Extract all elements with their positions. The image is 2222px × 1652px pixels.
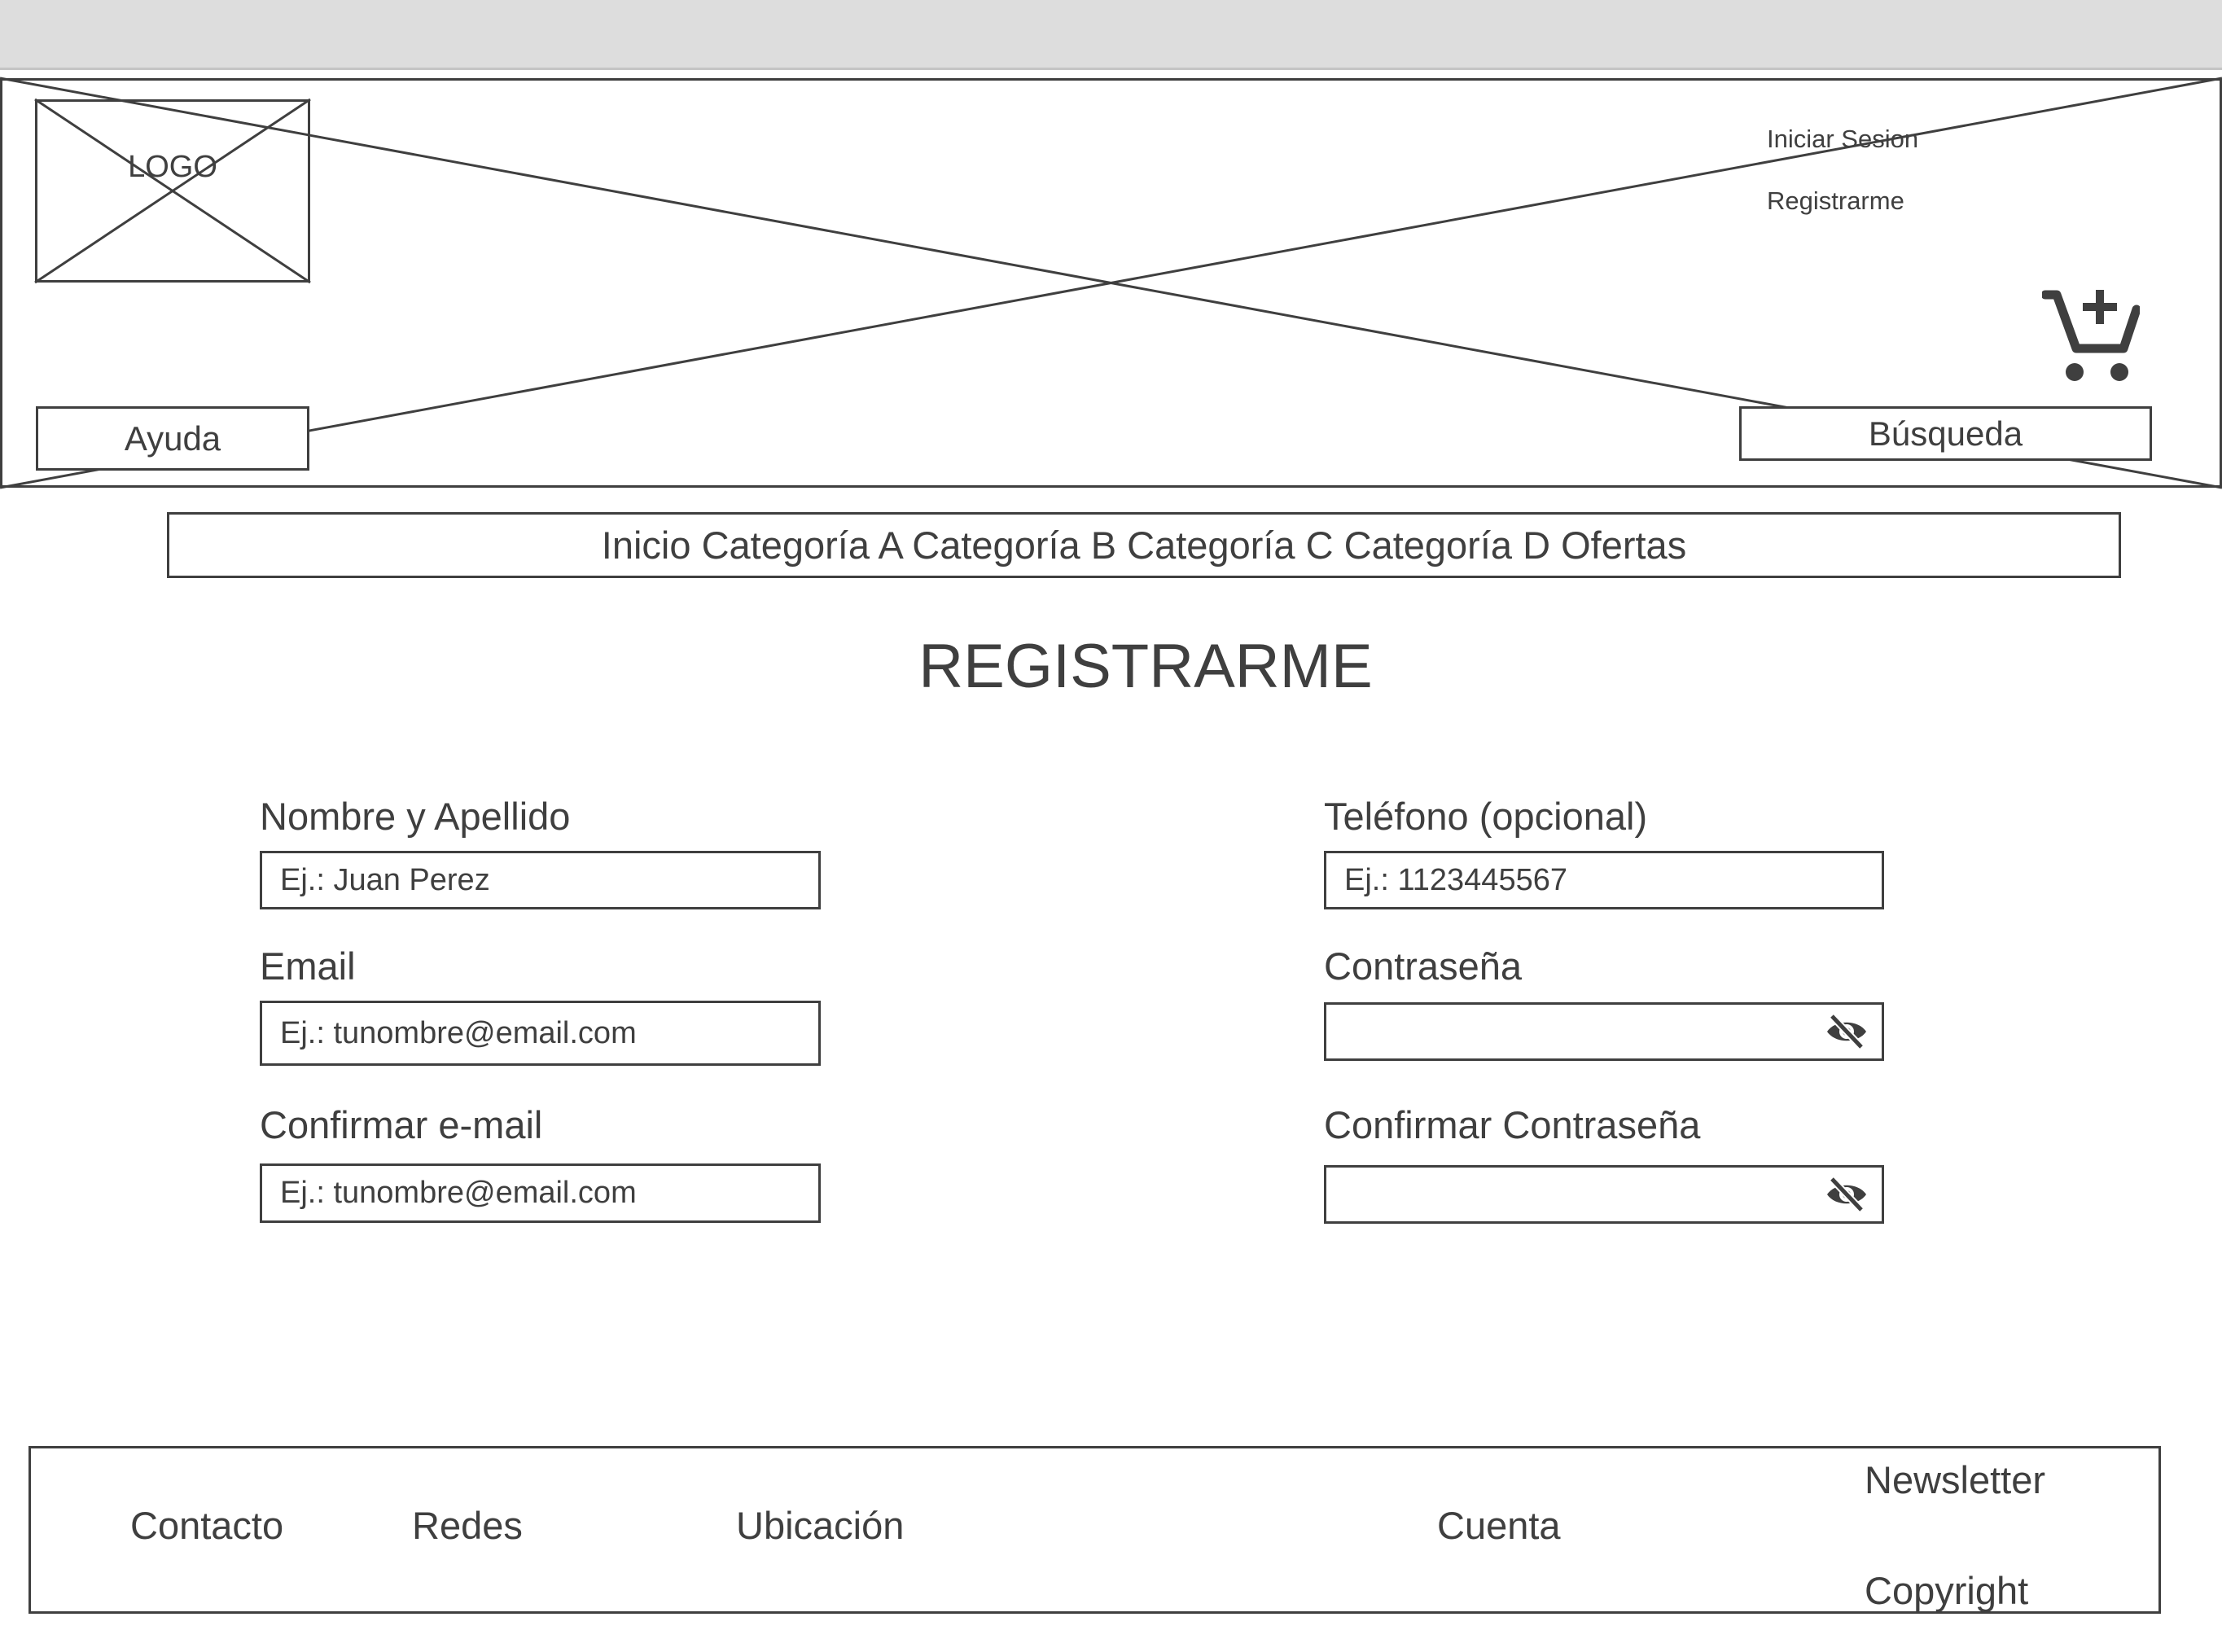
confirm-password-input[interactable] (1324, 1165, 1884, 1224)
nav-item-categoria-b[interactable]: Categoría B (912, 524, 1116, 567)
footer (28, 1446, 2161, 1614)
phone-placeholder: Ej.: 1123445567 (1344, 862, 1567, 897)
eye-off-icon[interactable] (1825, 1176, 1869, 1213)
eye-off-icon[interactable] (1825, 1013, 1869, 1050)
name-placeholder: Ej.: Juan Perez (280, 862, 490, 897)
nav-item-ofertas[interactable]: Ofertas (1561, 524, 1686, 567)
logo-text: LOGO (128, 150, 217, 184)
password-input[interactable] (1324, 1002, 1884, 1061)
footer-contact-link[interactable]: Contacto (130, 1503, 283, 1548)
logo-placeholder[interactable] (35, 99, 310, 283)
nav-item-inicio[interactable]: Inicio (602, 524, 691, 567)
email-label: Email (260, 944, 356, 988)
name-label: Nombre y Apellido (260, 795, 571, 838)
nav-item-categoria-a[interactable]: Categoría A (702, 524, 902, 567)
page-title: REGISTRARME (918, 632, 1373, 701)
cart-plus-icon[interactable] (2042, 285, 2140, 383)
help-button[interactable]: Ayuda (36, 406, 309, 471)
confirm-email-placeholder: Ej.: tunombre@email.com (280, 1176, 637, 1210)
main-nav: Inicio Categoría A Categoría B Categoría… (167, 512, 2121, 578)
nav-item-categoria-c[interactable]: Categoría C (1127, 524, 1333, 567)
email-placeholder: Ej.: tunombre@email.com (280, 1015, 637, 1050)
email-input[interactable]: Ej.: tunombre@email.com (260, 1001, 821, 1066)
phone-label: Teléfono (opcional) (1324, 795, 1648, 838)
confirm-email-label: Confirmar e-mail (260, 1103, 543, 1146)
footer-social-link[interactable]: Redes (412, 1503, 523, 1548)
login-link[interactable]: Iniciar Sesion (1767, 125, 1918, 154)
confirm-email-input[interactable]: Ej.: tunombre@email.com (260, 1163, 821, 1223)
phone-input[interactable]: Ej.: 1123445567 (1324, 851, 1884, 909)
name-input[interactable]: Ej.: Juan Perez (260, 851, 821, 909)
footer-newsletter-link[interactable]: Newsletter (1865, 1457, 2045, 1502)
footer-location-link[interactable]: Ubicación (736, 1503, 904, 1548)
register-link[interactable]: Registrarme (1767, 186, 1904, 216)
password-label: Contraseña (1324, 944, 1522, 988)
confirm-password-label: Confirmar Contraseña (1324, 1103, 1701, 1146)
footer-copyright: Copyright (1865, 1569, 2029, 1612)
nav-item-categoria-d[interactable]: Categoría D (1344, 524, 1550, 567)
search-button[interactable]: Búsqueda (1739, 406, 2152, 461)
footer-account-link[interactable]: Cuenta (1437, 1503, 1561, 1548)
